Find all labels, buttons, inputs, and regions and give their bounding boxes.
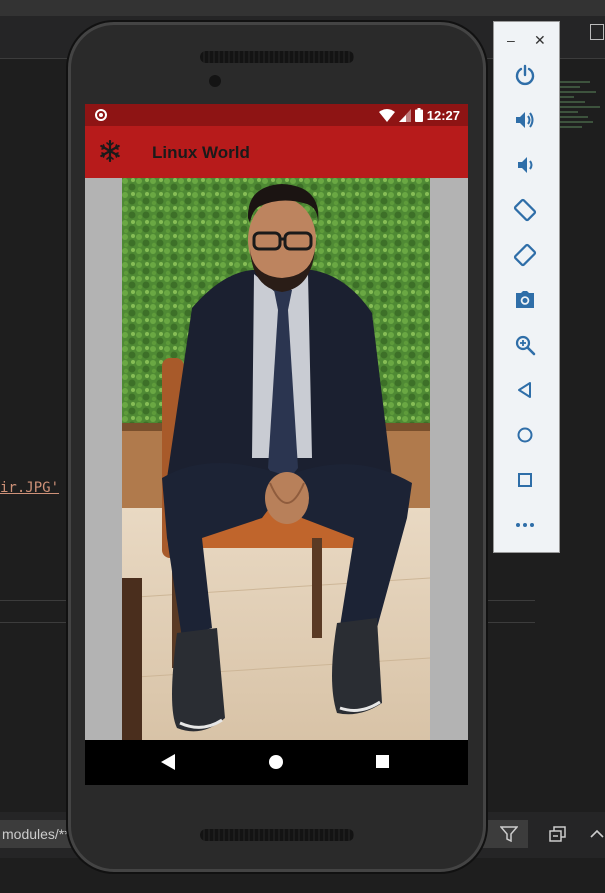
close-button[interactable]: ✕ xyxy=(534,32,546,49)
chevron-up-icon[interactable] xyxy=(589,826,605,842)
screenshot-button[interactable] xyxy=(512,287,538,313)
profile-photo xyxy=(122,178,430,740)
rotate-right-icon xyxy=(513,243,537,267)
nav-recents-button[interactable] xyxy=(376,755,389,768)
top-speaker xyxy=(200,51,354,63)
snowflake-logo-icon[interactable] xyxy=(99,140,121,162)
volume-up-button[interactable] xyxy=(512,107,538,133)
clock: 12:27 xyxy=(426,107,460,123)
home-button[interactable] xyxy=(512,422,538,448)
status-bar: 12:27 xyxy=(85,104,468,126)
wifi-icon xyxy=(378,108,395,122)
navigation-bar xyxy=(85,740,468,785)
ide-title-bar xyxy=(0,0,605,16)
power-icon xyxy=(515,64,535,86)
overview-icon xyxy=(518,473,532,487)
editor-minimap[interactable] xyxy=(560,78,605,178)
bottom-speaker xyxy=(200,829,354,841)
device-screen: 12:27 Linux World xyxy=(85,104,468,785)
emulator-toolbar: – ✕ xyxy=(494,22,559,552)
nav-home-button[interactable] xyxy=(269,755,283,769)
volume-down-button[interactable] xyxy=(512,152,538,178)
back-icon xyxy=(518,382,531,398)
filter-icon[interactable] xyxy=(500,826,518,842)
minimize-button[interactable]: – xyxy=(507,32,515,48)
more-icon xyxy=(516,523,534,527)
volume-down-icon xyxy=(518,157,533,173)
zoom-icon xyxy=(515,335,536,356)
front-camera xyxy=(209,75,221,87)
collapse-all-icon[interactable] xyxy=(549,826,567,842)
back-button[interactable] xyxy=(512,377,538,403)
rotate-left-button[interactable] xyxy=(512,197,538,223)
cell-signal-icon xyxy=(398,108,411,122)
app-title: Linux World xyxy=(152,143,250,162)
recording-icon xyxy=(95,109,107,121)
zoom-button[interactable] xyxy=(512,332,538,358)
app-bar: Linux World xyxy=(85,126,468,178)
overview-button[interactable] xyxy=(512,467,538,493)
battery-icon xyxy=(414,108,423,122)
nav-back-button[interactable] xyxy=(161,754,175,770)
split-editor-icon[interactable] xyxy=(590,24,604,40)
camera-icon xyxy=(516,291,534,308)
volume-up-icon xyxy=(516,112,534,128)
rotate-right-button[interactable] xyxy=(512,242,538,268)
home-icon xyxy=(517,427,533,443)
more-button[interactable] xyxy=(512,512,538,538)
power-button[interactable] xyxy=(512,62,538,88)
rotate-left-icon xyxy=(513,198,537,222)
code-string-fragment: ir.JPG' xyxy=(0,480,60,496)
